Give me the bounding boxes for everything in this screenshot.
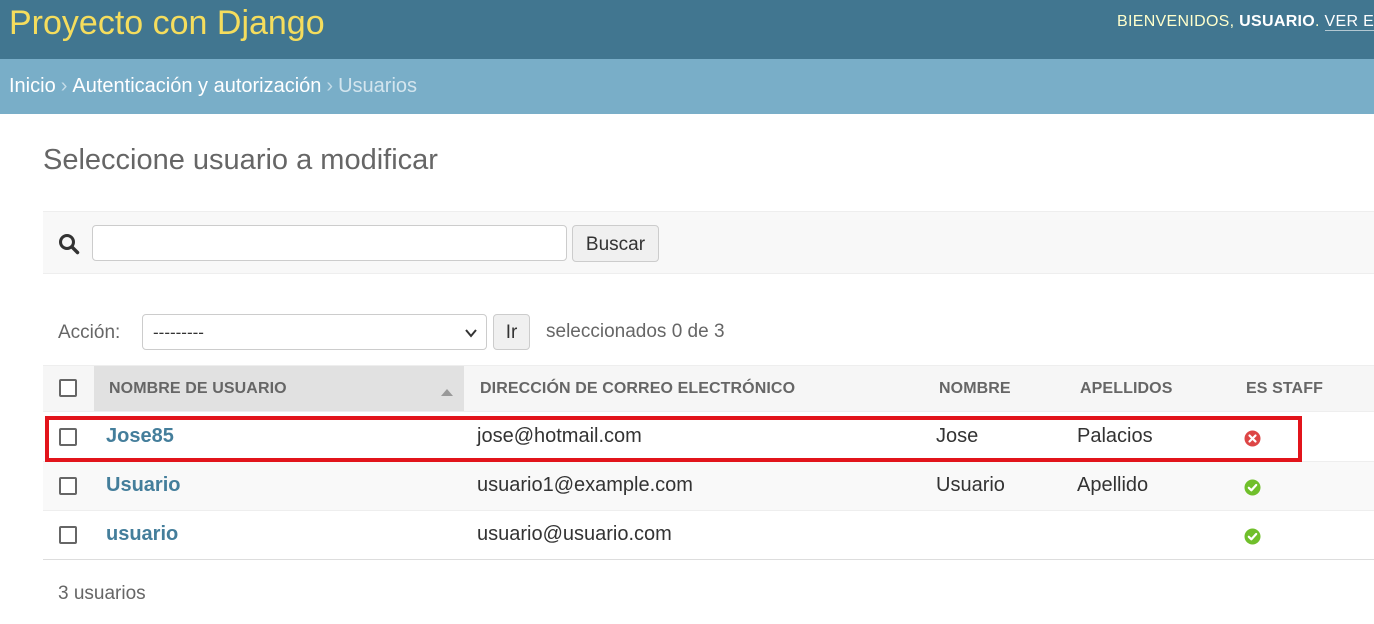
column-header-last-name[interactable]: APELLIDOS xyxy=(1080,380,1172,398)
user-tools: BIENVENIDOS, USUARIO. VER EL xyxy=(1117,13,1374,31)
action-select-value: --------- xyxy=(153,323,204,342)
breadcrumb-current: Usuarios xyxy=(338,75,418,97)
search-input[interactable] xyxy=(92,225,567,261)
email-cell: usuario@usuario.com xyxy=(477,523,672,545)
action-label: Acción: xyxy=(58,322,121,343)
search-button[interactable]: Buscar xyxy=(572,225,659,262)
row-checkbox[interactable] xyxy=(59,428,77,446)
column-header-email[interactable]: DIRECCIÓN DE CORREO ELECTRÓNICO xyxy=(480,380,795,398)
first-name-cell: Jose xyxy=(936,425,979,447)
table-row: Jose85 jose@hotmail.com Jose Palacios xyxy=(43,413,1374,462)
breadcrumb-app-link[interactable]: Autenticación y autorización xyxy=(72,75,321,97)
check-circle-icon xyxy=(1244,479,1261,496)
last-name-cell: Palacios xyxy=(1077,425,1153,447)
current-username: USUARIO xyxy=(1239,13,1316,30)
breadcrumb-separator: › xyxy=(60,75,68,97)
sort-ascending-icon[interactable] xyxy=(441,389,453,396)
breadcrumb-home-link[interactable]: Inicio xyxy=(9,75,56,97)
page-title: Seleccione usuario a modificar xyxy=(43,144,438,176)
selection-counter: seleccionados 0 de 3 xyxy=(546,321,725,342)
site-brand[interactable]: Proyecto con Django xyxy=(9,3,325,43)
email-cell: usuario1@example.com xyxy=(477,474,693,496)
column-header-first-name[interactable]: NOMBRE xyxy=(939,380,1011,398)
username-link[interactable]: usuario xyxy=(106,523,178,546)
first-name-cell: Usuario xyxy=(936,474,1005,496)
email-cell: jose@hotmail.com xyxy=(477,425,642,447)
table-row: Usuario usuario1@example.com Usuario Ape… xyxy=(43,462,1374,511)
table-bottom-border xyxy=(43,559,1374,560)
site-header: Proyecto con Django BIENVENIDOS, USUARIO… xyxy=(0,0,1374,59)
result-count: 3 usuarios xyxy=(58,583,146,604)
breadcrumb-separator: › xyxy=(326,75,334,97)
column-header-is-staff[interactable]: ES STAFF xyxy=(1246,380,1323,398)
select-all-checkbox[interactable] xyxy=(59,379,77,397)
x-circle-icon xyxy=(1244,430,1261,447)
table-row: usuario usuario@usuario.com xyxy=(43,511,1374,560)
action-select[interactable]: --------- xyxy=(142,314,487,350)
username-link[interactable]: Jose85 xyxy=(106,425,174,448)
breadcrumb: Inicio › Autenticación y autorización › Usua… xyxy=(0,59,1374,114)
run-action-button[interactable]: Ir xyxy=(493,314,530,350)
welcome-dot: . xyxy=(1315,13,1320,30)
row-checkbox[interactable] xyxy=(59,526,77,544)
view-site-link[interactable]: VER EL xyxy=(1324,13,1374,31)
table-header: NOMBRE DE USUARIO DIRECCIÓN DE CORREO EL… xyxy=(43,365,1374,412)
welcome-text: BIENVENIDOS, xyxy=(1117,13,1235,30)
check-circle-icon xyxy=(1244,528,1261,545)
row-checkbox[interactable] xyxy=(59,477,77,495)
search-toolbar: Buscar xyxy=(43,211,1374,274)
chevron-down-icon xyxy=(464,326,478,340)
username-link[interactable]: Usuario xyxy=(106,474,180,497)
last-name-cell: Apellido xyxy=(1077,474,1149,496)
column-header-username[interactable]: NOMBRE DE USUARIO xyxy=(109,380,287,398)
search-icon xyxy=(58,233,80,255)
